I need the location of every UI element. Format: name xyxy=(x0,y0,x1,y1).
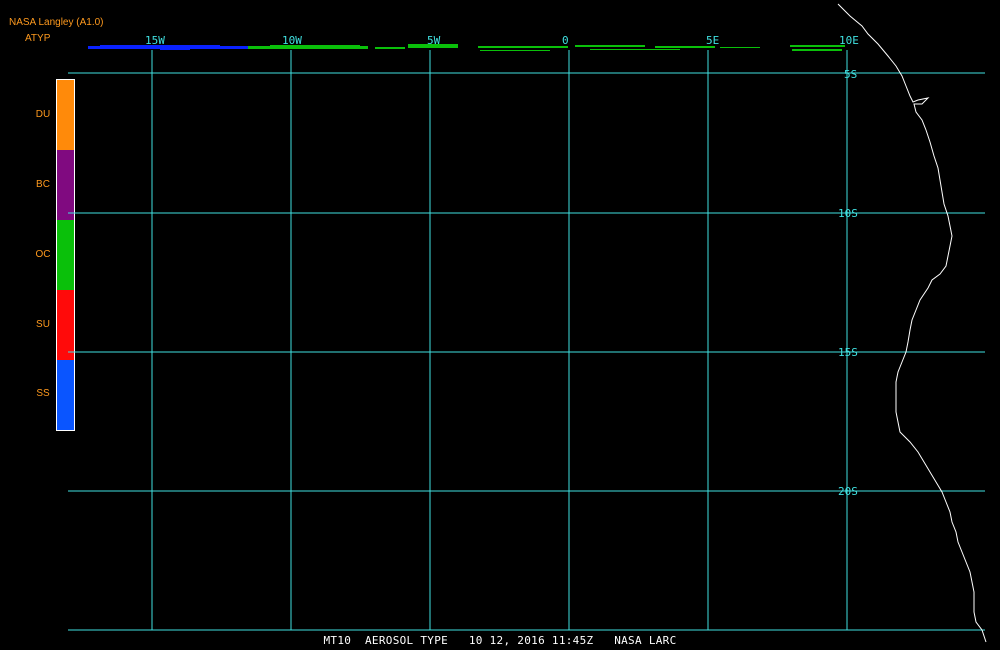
lat-label: 10S xyxy=(838,207,858,220)
lat-lon-grid xyxy=(68,50,985,631)
lat-label: 20S xyxy=(838,485,858,498)
aerosol-oc-strip xyxy=(248,46,368,49)
aerosol-oc-strip xyxy=(790,45,845,47)
aerosol-oc-strip xyxy=(480,50,550,51)
aerosol-oc-strip xyxy=(478,46,568,48)
aerosol-oc-strip xyxy=(792,49,842,51)
lat-label: 5S xyxy=(844,68,857,81)
aerosol-ss-strip xyxy=(88,46,248,49)
map-canvas: 15W 10W 5W 0 5E 10E 5S 10S 15S 20S xyxy=(68,3,987,643)
lon-label: 10E xyxy=(839,34,859,47)
lon-label: 0 xyxy=(562,34,569,47)
aerosol-oc-strip xyxy=(575,45,645,47)
lon-label: 5W xyxy=(427,34,441,47)
aerosol-swath xyxy=(88,44,845,51)
footer-caption: MT10 AEROSOL TYPE 10 12, 2016 11:45Z NAS… xyxy=(323,634,677,647)
aerosol-oc-strip xyxy=(375,47,405,49)
lon-label: 10W xyxy=(282,34,302,47)
lon-label: 15W xyxy=(145,34,165,47)
longitude-labels: 15W 10W 5W 0 5E 10E xyxy=(145,34,859,47)
aerosol-oc-strip xyxy=(590,49,680,50)
aerosol-ss-strip xyxy=(160,49,190,50)
coastline xyxy=(837,3,987,643)
lat-label: 15S xyxy=(838,346,858,359)
latitude-labels: 5S 10S 15S 20S xyxy=(838,68,858,498)
aerosol-oc-strip xyxy=(720,47,760,48)
lon-label: 5E xyxy=(706,34,719,47)
